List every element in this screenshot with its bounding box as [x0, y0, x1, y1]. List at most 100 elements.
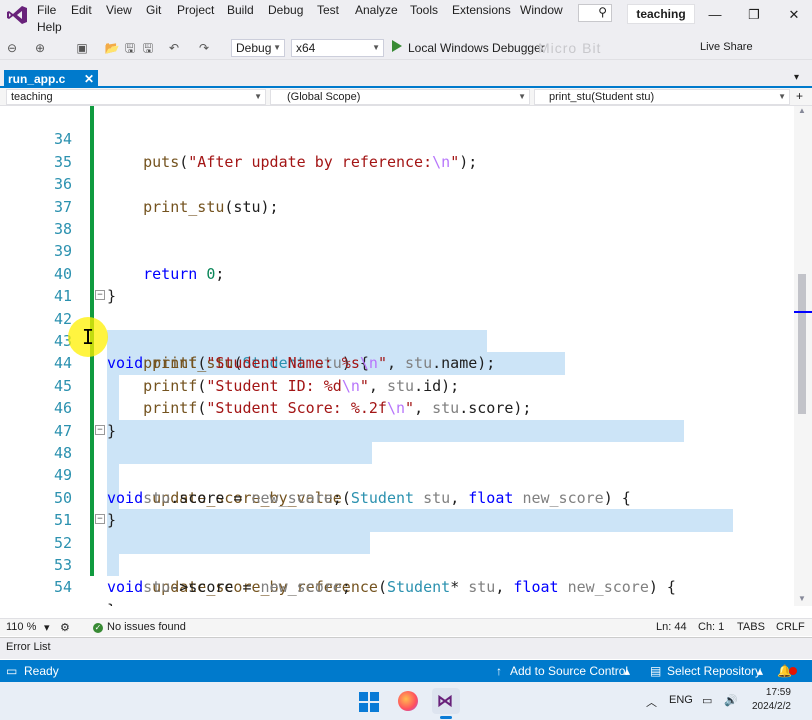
menu-tools[interactable]: Tools	[410, 3, 438, 17]
platform-dropdown[interactable]: x64 ▼	[291, 39, 384, 57]
code-line[interactable]: 41	[0, 263, 794, 305]
code-line[interactable]: 43 printf("Student Name: %s\n", stu.name…	[0, 308, 794, 372]
collapse-icon[interactable]: −	[95, 424, 105, 435]
back-icon[interactable]: ⊖	[4, 40, 20, 56]
menu-file[interactable]: File	[37, 3, 56, 17]
menu-build[interactable]: Build	[227, 3, 254, 17]
column-indicator[interactable]: Ch: 1	[698, 621, 724, 633]
menu-analyze[interactable]: Analyze	[355, 3, 398, 17]
code-line[interactable]: 50 }	[0, 464, 794, 529]
status-bar: ▭ Ready ↑ Add to Source Control ▴ ▤ Sele…	[0, 660, 812, 682]
code-line[interactable]: 49 stu.score = new_score;	[0, 442, 794, 506]
code-editor[interactable]: 34 puts("After update by reference:\n");…	[0, 106, 794, 606]
collapse-icon[interactable]: −	[95, 514, 105, 525]
text-cursor-icon: I	[82, 325, 95, 349]
menu-window[interactable]: Window	[520, 3, 563, 17]
scroll-down-icon[interactable]: ▼	[798, 594, 806, 603]
issues-status[interactable]: No issues found	[107, 621, 186, 633]
split-icon[interactable]: +	[796, 89, 803, 103]
firefox-icon[interactable]	[398, 691, 418, 711]
menu-edit[interactable]: Edit	[71, 3, 92, 17]
input-language[interactable]: ENG	[669, 694, 693, 706]
code-line[interactable]: 54 }	[0, 554, 794, 606]
minimize-icon[interactable]: —	[706, 6, 724, 24]
code-line[interactable]: 47	[0, 397, 794, 440]
scope-dropdown[interactable]: (Global Scope) ▼	[270, 89, 530, 105]
code-line[interactable]: 52 − void update_score_by_reference(Stud…	[0, 509, 794, 596]
play-icon[interactable]	[392, 40, 402, 52]
code-line[interactable]: 40 }	[0, 240, 794, 305]
select-repository-button[interactable]: Select Repository	[667, 664, 761, 678]
menu-debug[interactable]: Debug	[268, 3, 303, 17]
line-ending[interactable]: CRLF	[776, 621, 805, 633]
chevron-down-icon: ▼	[372, 43, 380, 52]
windows-start-icon[interactable]	[359, 692, 379, 712]
menu-test[interactable]: Test	[317, 3, 339, 17]
active-app-indicator	[440, 716, 452, 719]
tab-run-app[interactable]: run_app.c ✕	[4, 70, 98, 88]
menu-help[interactable]: Help	[37, 20, 62, 34]
code-line[interactable]: 48 − void update_score_by_value(Student …	[0, 420, 794, 507]
code-line[interactable]: 46 }	[0, 375, 794, 439]
code-line[interactable]: 42 − void print_stu(Student stu) {	[0, 285, 794, 372]
member-dropdown[interactable]: print_stu(Student stu) ▼	[534, 89, 790, 105]
code-line[interactable]: 38	[0, 196, 794, 238]
volume-icon[interactable]: 🔊	[724, 694, 738, 707]
save-icon[interactable]: 🖫	[122, 40, 138, 56]
chevron-up-icon: ▴	[757, 664, 764, 678]
scroll-up-icon[interactable]: ▲	[798, 106, 806, 115]
code-line[interactable]: 45 printf("Student Score: %.2f\n", stu.s…	[0, 352, 794, 417]
windows-taskbar: ⋈ ︿ ENG ▭ 🔊 17:59 2024/2/2	[0, 682, 812, 720]
zoom-level[interactable]: 110 %	[6, 621, 36, 633]
live-share-button[interactable]: Live Share	[700, 41, 753, 53]
configuration-dropdown[interactable]: Debug ▼	[231, 39, 285, 57]
open-folder-icon[interactable]: 📂	[104, 40, 120, 56]
network-icon[interactable]: ▭	[702, 694, 712, 707]
chevron-down-icon[interactable]: ▾	[794, 72, 799, 83]
code-line[interactable]: 34 puts("After update by reference:\n");	[0, 106, 794, 170]
forward-icon[interactable]: ⊕	[32, 40, 48, 56]
solution-name[interactable]: teaching	[627, 4, 695, 24]
code-line[interactable]: 53 stu->score = new_score;	[0, 532, 794, 596]
redo-icon[interactable]: ↷	[196, 40, 212, 56]
save-all-icon[interactable]: 🖫	[140, 40, 156, 56]
code-line[interactable]: 39 return 0;	[0, 218, 794, 282]
collapse-icon[interactable]: −	[95, 290, 105, 301]
restore-icon[interactable]: ❐	[745, 6, 763, 24]
search-box[interactable]: ⚲	[578, 4, 612, 22]
run-debugger-button[interactable]: Local Windows Debugger	[408, 41, 545, 55]
code-line[interactable]: 35	[0, 128, 794, 171]
error-list-tab[interactable]: Error List	[6, 641, 51, 653]
search-icon: ⚲	[598, 5, 607, 19]
project-dropdown[interactable]: teaching ▼	[6, 89, 266, 105]
system-clock[interactable]: 17:59 2024/2/2	[752, 686, 791, 714]
visual-studio-taskbar-icon[interactable]: ⋈	[432, 688, 460, 714]
status-text: Ready	[24, 664, 59, 678]
indent-mode[interactable]: TABS	[737, 621, 765, 633]
code-line[interactable]: 44 printf("Student ID: %d\n", stu.id);	[0, 330, 794, 394]
chevron-down-icon: ▼	[254, 92, 262, 101]
code-text: }	[107, 599, 116, 606]
menu-view[interactable]: View	[106, 3, 132, 17]
scrollbar-thumb[interactable]	[798, 274, 806, 414]
undo-icon[interactable]: ↶	[166, 40, 182, 56]
intellicode-icon[interactable]: ⚙	[60, 621, 70, 634]
vertical-scrollbar[interactable]: ▲ ▼	[794, 106, 812, 606]
close-icon[interactable]: ✕	[84, 70, 94, 88]
code-line[interactable]: 36 print_stu(stu);	[0, 151, 794, 215]
menu-git[interactable]: Git	[146, 3, 161, 17]
code-line[interactable]: 37	[0, 173, 794, 216]
line-indicator[interactable]: Ln: 44	[656, 621, 687, 633]
source-control-button[interactable]: Add to Source Control	[510, 664, 628, 678]
menu-extensions[interactable]: Extensions	[452, 3, 511, 17]
code-line[interactable]: 51	[0, 487, 794, 529]
new-project-icon[interactable]: ▣	[74, 40, 90, 56]
chevron-down-icon[interactable]: ▾	[44, 621, 50, 634]
menu-project[interactable]: Project	[177, 3, 214, 17]
chevron-up-icon[interactable]: ︿	[646, 694, 657, 710]
visual-studio-logo-icon[interactable]	[6, 4, 28, 26]
chevron-down-icon: ▼	[778, 92, 786, 101]
close-icon[interactable]: ✕	[785, 6, 803, 24]
project-value: teaching	[11, 91, 53, 103]
configuration-value: Debug	[236, 41, 272, 55]
